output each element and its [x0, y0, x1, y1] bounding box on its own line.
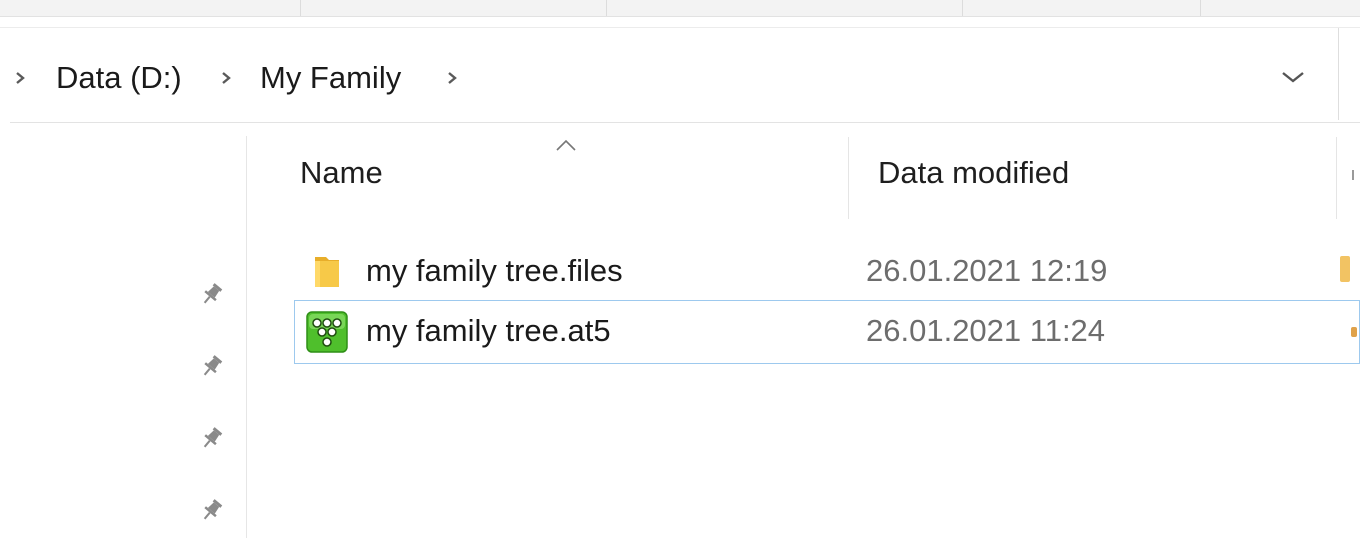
file-type-partial	[1340, 256, 1350, 282]
file-name[interactable]: my family tree.files	[366, 250, 623, 292]
ribbon-divider	[0, 16, 1360, 17]
chevron-down-icon	[1280, 69, 1306, 90]
list-item-folder[interactable]: my family tree.files 26.01.2021 12:19	[294, 240, 1360, 304]
breadcrumb-chevron-icon[interactable]	[446, 58, 458, 98]
breadcrumb-item-my-family[interactable]: My Family	[260, 58, 401, 98]
breadcrumb-item-data-drive[interactable]: Data (D:)	[56, 58, 182, 98]
breadcrumb-chevron-icon[interactable]	[220, 58, 232, 98]
navigation-pane-border	[246, 136, 247, 538]
ribbon-separator	[300, 0, 301, 16]
pin-icon[interactable]	[196, 278, 228, 310]
ribbon-strip	[0, 0, 1360, 16]
address-bar[interactable]: Data (D:) My Family	[0, 46, 1338, 108]
breadcrumb-chevron-icon[interactable]	[14, 58, 26, 98]
file-date-modified: 26.01.2021 12:19	[866, 253, 1108, 288]
ribbon-separator	[606, 0, 607, 16]
navigation-pane	[0, 123, 246, 538]
column-separator[interactable]	[1336, 137, 1337, 219]
file-type-partial	[1351, 327, 1357, 337]
family-tree-app-icon	[306, 311, 348, 353]
pin-icon[interactable]	[196, 422, 228, 454]
list-item-family-tree-file[interactable]: my family tree.at5 26.01.2021 11:24	[294, 300, 1360, 364]
pin-icon[interactable]	[196, 350, 228, 382]
address-bar-border	[1338, 28, 1339, 120]
address-history-dropdown-button[interactable]	[1276, 62, 1310, 96]
file-name[interactable]: my family tree.at5	[366, 310, 611, 352]
toolbar-divider	[0, 27, 1360, 28]
sort-ascending-icon	[554, 136, 578, 154]
ribbon-separator	[1200, 0, 1201, 16]
column-header-date-modified[interactable]: Data modified	[878, 150, 1069, 196]
file-date-modified: 26.01.2021 11:24	[866, 313, 1106, 348]
ribbon-separator	[962, 0, 963, 16]
column-header-partial	[1352, 160, 1358, 186]
folder-icon	[306, 251, 348, 293]
column-header-name[interactable]: Name	[300, 150, 383, 196]
pin-icon[interactable]	[196, 494, 228, 526]
column-separator[interactable]	[848, 137, 849, 219]
